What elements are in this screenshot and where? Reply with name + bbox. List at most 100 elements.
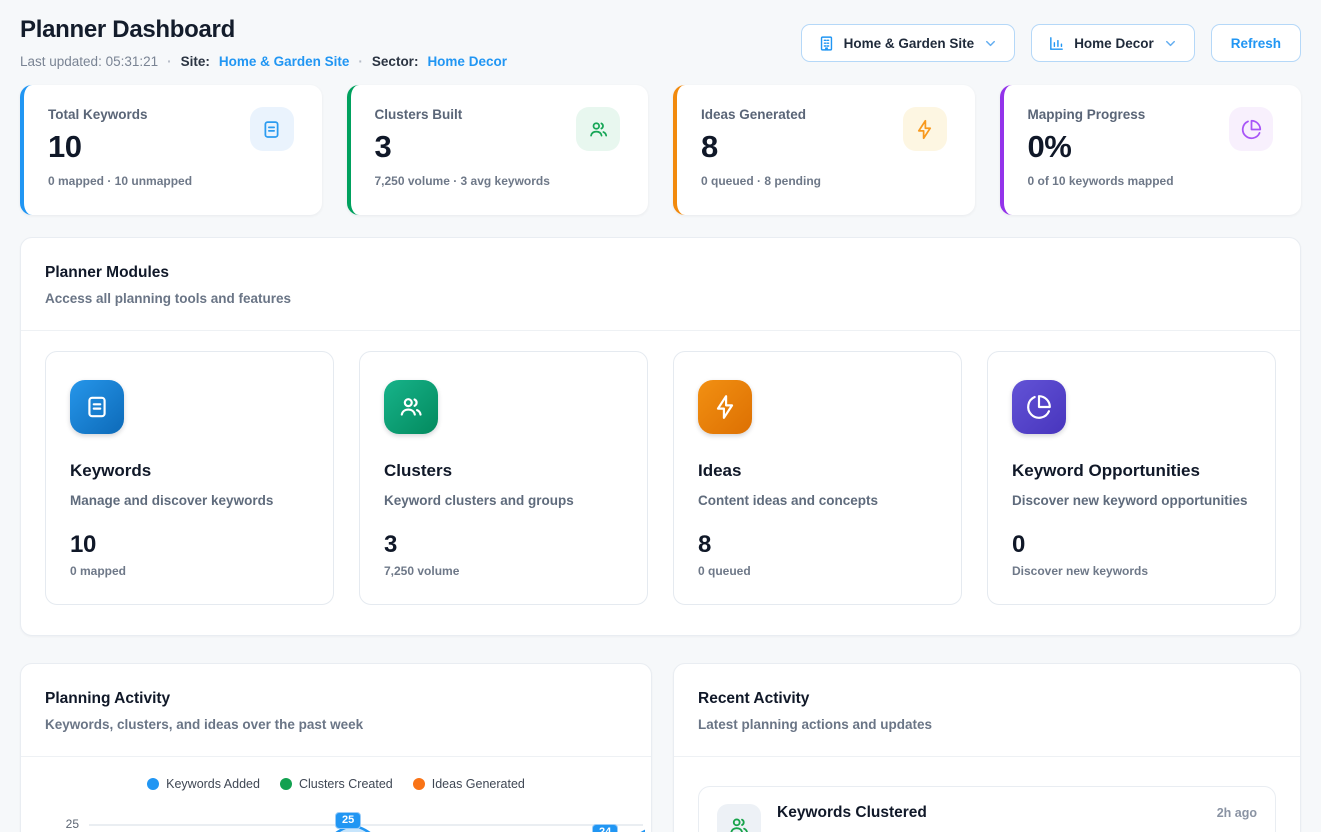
stat-card-mapping-progress: Mapping Progress 0% 0 of 10 keywords map…	[1000, 85, 1302, 215]
site-selector-dropdown[interactable]: Home & Garden Site	[801, 24, 1016, 62]
recent-activity-title: Recent Activity	[698, 690, 1276, 708]
stat-detail: 0 mapped · 10 unmapped	[48, 174, 298, 188]
activity-title: Keywords Clustered	[777, 804, 927, 822]
chart-legend: Keywords Added Clusters Created Ideas Ge…	[21, 777, 651, 791]
lightning-icon	[712, 394, 738, 420]
module-sub-label: 7,250 volume	[384, 564, 623, 578]
lightning-icon	[914, 119, 935, 140]
refresh-button[interactable]: Refresh	[1211, 24, 1301, 62]
y-axis-tick: 25	[45, 817, 79, 831]
stat-icon-box	[1229, 107, 1273, 151]
sector-selector-label: Home Decor	[1074, 36, 1154, 51]
legend-label: Keywords Added	[166, 777, 260, 791]
activity-top-row: Keywords Clustered 2h ago	[777, 804, 1257, 822]
module-title: Keyword Opportunities	[1012, 461, 1251, 481]
stat-card-total-keywords: Total Keywords 10 0 mapped · 10 unmapped	[20, 85, 322, 215]
legend-dot	[280, 778, 292, 790]
page-header: Planner Dashboard Last updated: 05:31:21…	[20, 16, 1301, 69]
modules-panel-head: Planner Modules Access all planning tool…	[21, 238, 1300, 330]
module-card-keyword-opportunities[interactable]: Keyword Opportunities Discover new keywo…	[987, 351, 1276, 605]
recent-activity-panel: Recent Activity Latest planning actions …	[673, 663, 1301, 832]
legend-label: Clusters Created	[299, 777, 393, 791]
users-icon	[398, 394, 424, 420]
modules-grid: Keywords Manage and discover keywords 10…	[21, 331, 1300, 635]
planning-activity-title: Planning Activity	[45, 690, 627, 708]
module-title: Ideas	[698, 461, 937, 481]
module-description: Keyword clusters and groups	[384, 493, 623, 508]
module-icon-box	[70, 380, 124, 434]
stats-row: Total Keywords 10 0 mapped · 10 unmapped…	[20, 85, 1301, 215]
module-count: 0	[1012, 531, 1251, 559]
legend-label: Ideas Generated	[432, 777, 525, 791]
users-icon	[588, 119, 609, 140]
stat-detail: 7,250 volume · 3 avg keywords	[375, 174, 625, 188]
modules-panel-subtitle: Access all planning tools and features	[45, 291, 1276, 306]
legend-item-clusters-created[interactable]: Clusters Created	[280, 777, 393, 791]
legend-item-keywords-added[interactable]: Keywords Added	[147, 777, 260, 791]
header-actions: Home & Garden Site Home Decor Refresh	[801, 24, 1301, 62]
legend-item-ideas-generated[interactable]: Ideas Generated	[413, 777, 525, 791]
planning-activity-head: Planning Activity Keywords, clusters, an…	[21, 664, 651, 756]
bar-chart-icon	[1048, 35, 1065, 52]
sector-selector-dropdown[interactable]: Home Decor	[1031, 24, 1195, 62]
module-description: Manage and discover keywords	[70, 493, 309, 508]
site-link[interactable]: Home & Garden Site	[219, 54, 350, 69]
page-title: Planner Dashboard	[20, 16, 507, 44]
meta-separator: ·	[167, 54, 172, 69]
stat-card-clusters-built: Clusters Built 3 7,250 volume · 3 avg ke…	[347, 85, 649, 215]
document-icon	[84, 394, 110, 420]
module-sub-label: 0 queued	[698, 564, 937, 578]
stat-icon-box	[903, 107, 947, 151]
module-title: Keywords	[70, 461, 309, 481]
data-point-label: 25	[335, 812, 361, 829]
planning-activity-chart: 25 25 24	[45, 804, 645, 832]
stat-detail: 0 queued · 8 pending	[701, 174, 951, 188]
site-label: Site:	[181, 54, 210, 69]
module-description: Discover new keyword opportunities	[1012, 493, 1251, 508]
module-description: Content ideas and concepts	[698, 493, 937, 508]
chevron-down-icon	[983, 36, 998, 51]
stat-detail: 0 of 10 keywords mapped	[1028, 174, 1278, 188]
module-count: 8	[698, 531, 937, 559]
divider	[674, 756, 1300, 757]
planner-modules-panel: Planner Modules Access all planning tool…	[20, 237, 1301, 636]
modules-panel-title: Planner Modules	[45, 264, 1276, 282]
module-count: 3	[384, 531, 623, 559]
sector-link[interactable]: Home Decor	[427, 54, 507, 69]
site-selector-label: Home & Garden Site	[844, 36, 975, 51]
planning-activity-subtitle: Keywords, clusters, and ideas over the p…	[45, 717, 627, 732]
legend-dot	[413, 778, 425, 790]
module-card-clusters[interactable]: Clusters Keyword clusters and groups 3 7…	[359, 351, 648, 605]
recent-activity-subtitle: Latest planning actions and updates	[698, 717, 1276, 732]
users-icon	[728, 815, 750, 832]
stat-icon-box	[250, 107, 294, 151]
activity-list-item: Keywords Clustered 2h ago 3 new clusters…	[698, 786, 1276, 832]
divider	[21, 756, 651, 757]
sector-label: Sector:	[372, 54, 419, 69]
pie-chart-icon	[1026, 394, 1052, 420]
module-icon-box	[698, 380, 752, 434]
planning-activity-panel: Planning Activity Keywords, clusters, an…	[20, 663, 652, 832]
header-left: Planner Dashboard Last updated: 05:31:21…	[20, 16, 507, 69]
stat-icon-box	[576, 107, 620, 151]
activity-timestamp: 2h ago	[1217, 806, 1257, 820]
pie-chart-icon	[1241, 119, 1262, 140]
meta-separator: ·	[358, 54, 363, 69]
module-card-ideas[interactable]: Ideas Content ideas and concepts 8 0 que…	[673, 351, 962, 605]
module-sub-label: Discover new keywords	[1012, 564, 1251, 578]
activity-icon-box	[717, 804, 761, 832]
module-sub-label: 0 mapped	[70, 564, 309, 578]
document-icon	[261, 119, 282, 140]
planner-dashboard-page: Planner Dashboard Last updated: 05:31:21…	[0, 0, 1321, 832]
module-icon-box	[384, 380, 438, 434]
legend-dot	[147, 778, 159, 790]
stat-card-ideas-generated: Ideas Generated 8 0 queued · 8 pending	[673, 85, 975, 215]
chevron-down-icon	[1163, 36, 1178, 51]
activity-body: Keywords Clustered 2h ago 3 new clusters…	[777, 804, 1257, 832]
bottom-row: Planning Activity Keywords, clusters, an…	[20, 663, 1301, 832]
module-title: Clusters	[384, 461, 623, 481]
module-icon-box	[1012, 380, 1066, 434]
last-updated-text: Last updated: 05:31:21	[20, 54, 158, 69]
recent-activity-head: Recent Activity Latest planning actions …	[674, 664, 1300, 756]
module-card-keywords[interactable]: Keywords Manage and discover keywords 10…	[45, 351, 334, 605]
